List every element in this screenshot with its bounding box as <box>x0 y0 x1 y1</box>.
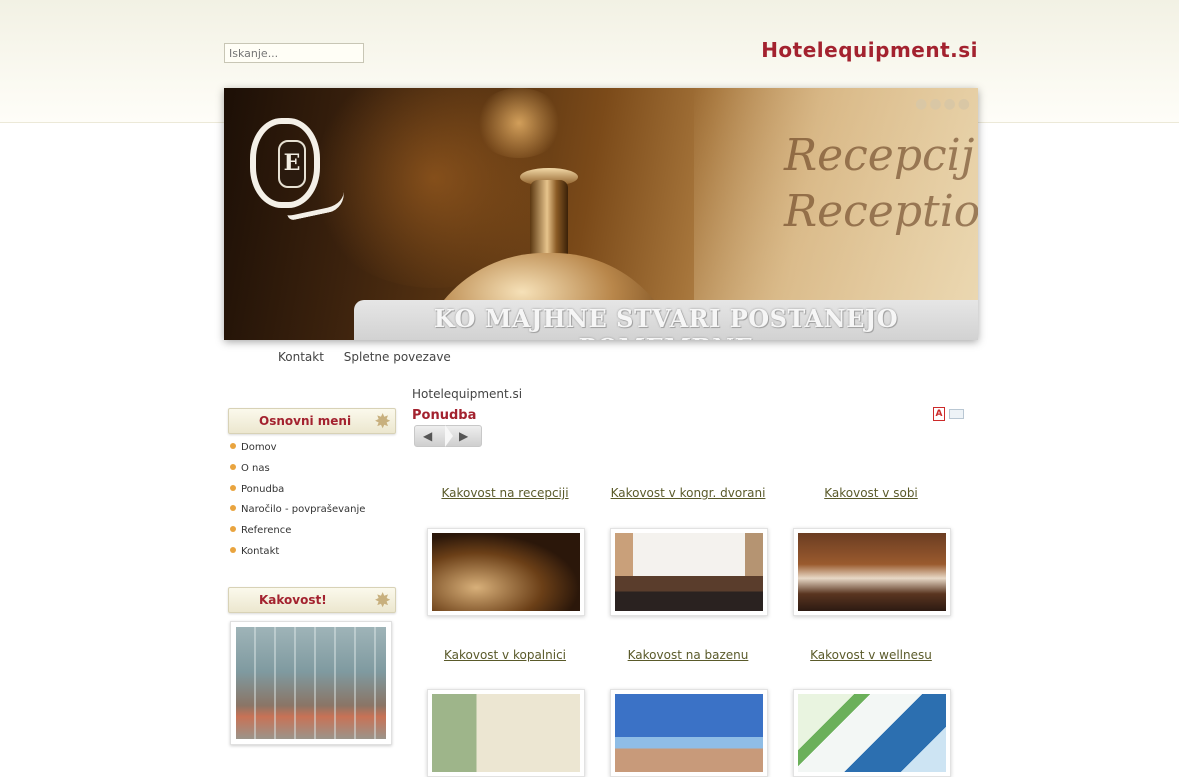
banner-caption: KO MAJHNE STVARI POSTANEJO POMEMBNE <box>433 304 899 340</box>
bullet-icon <box>230 546 236 553</box>
plate-text-line-2: Receptio <box>784 186 978 237</box>
bullet-icon <box>230 484 236 491</box>
photo <box>798 694 946 772</box>
menu-item-ponudba[interactable]: Ponudba <box>230 484 365 505</box>
photo-detail <box>615 533 763 611</box>
pdf-icon[interactable]: A <box>933 407 945 421</box>
gallery-image-kopalnica[interactable] <box>427 689 585 777</box>
photo <box>615 694 763 772</box>
menu-link[interactable]: Reference <box>241 525 291 536</box>
menu-item-domov[interactable]: Domov <box>230 442 365 463</box>
email-icon[interactable] <box>949 409 964 419</box>
quality-photo <box>236 627 386 739</box>
menu-item-kontakt[interactable]: Kontakt <box>230 546 365 567</box>
qe-logo-e: E <box>278 140 306 188</box>
menu-link[interactable]: Ponudba <box>241 484 284 495</box>
main-menu-header: Osnovni meni ✸ <box>228 408 396 434</box>
gallery-image-kongr-dvorana[interactable] <box>610 528 768 616</box>
menu-item-o-nas[interactable]: O nas <box>230 463 365 484</box>
menu-item-reference[interactable]: Reference <box>230 525 365 546</box>
bell-stem <box>530 180 568 260</box>
quality-image[interactable] <box>230 621 392 745</box>
gallery-image-bazen[interactable] <box>610 689 768 777</box>
gallery-image-recepcija[interactable] <box>427 528 585 616</box>
search-input[interactable] <box>224 43 364 63</box>
next-arrow-icon[interactable]: ▶ <box>459 429 468 443</box>
plate-text-line-1: Recepcij <box>784 130 975 181</box>
gallery-image-soba[interactable] <box>793 528 951 616</box>
prev-arrow-icon[interactable]: ◀ <box>423 429 432 443</box>
gallery-title-recepcija[interactable]: Kakovost na recepciji <box>420 486 590 500</box>
breadcrumb: Hotelequipment.si <box>412 387 523 401</box>
gallery-image-wellness[interactable] <box>793 689 951 777</box>
topnav-kontakt[interactable]: Kontakt <box>278 350 324 364</box>
photo <box>432 533 580 611</box>
site-title[interactable]: Hotelequipment.si <box>700 38 978 62</box>
photo <box>615 533 763 611</box>
gallery-title-wellness[interactable]: Kakovost v wellnesu <box>786 648 956 662</box>
top-navigation: Kontakt Spletne povezave <box>278 350 467 364</box>
main-menu-title: Osnovni meni <box>259 414 352 428</box>
menu-link[interactable]: Domov <box>241 442 277 453</box>
menu-link[interactable]: Naročilo - povpraševanje <box>241 504 365 515</box>
topnav-spletne-povezave[interactable]: Spletne povezave <box>344 350 451 364</box>
gallery-title-soba[interactable]: Kakovost v sobi <box>786 486 956 500</box>
photo <box>432 694 580 772</box>
gallery-title-bazen[interactable]: Kakovost na bazenu <box>603 648 773 662</box>
gallery-title-kongr-dvorana[interactable]: Kakovost v kongr. dvorani <box>603 486 773 500</box>
bullet-icon <box>230 463 236 470</box>
header-banner: Recepcij Receptio ●●●● E KO MAJHNE STVAR… <box>224 88 978 340</box>
banner-light <box>474 88 564 158</box>
bullet-icon <box>230 443 236 449</box>
banner-dots: ●●●● <box>915 96 972 112</box>
menu-item-narocilo[interactable]: Naročilo - povpraševanje <box>230 504 365 525</box>
page-title: Ponudba <box>412 408 477 423</box>
gallery-pager: ◀ ▶ <box>414 425 482 447</box>
bullet-icon <box>230 526 236 533</box>
photo <box>798 533 946 611</box>
reception-plate-text: Recepcij Receptio <box>784 128 978 240</box>
quality-header: Kakovost! ✸ <box>228 587 396 613</box>
menu-link[interactable]: O nas <box>241 463 270 474</box>
pager-divider <box>445 425 453 447</box>
maple-leaf-icon: ✸ <box>374 588 391 612</box>
gallery-title-kopalnica[interactable]: Kakovost v kopalnici <box>420 648 590 662</box>
menu-link[interactable]: Kontakt <box>241 546 279 557</box>
quality-title: Kakovost! <box>259 593 327 607</box>
maple-leaf-icon: ✸ <box>374 409 391 433</box>
main-menu: Domov O nas Ponudba Naročilo - povprašev… <box>230 442 365 567</box>
bullet-icon <box>230 505 236 512</box>
